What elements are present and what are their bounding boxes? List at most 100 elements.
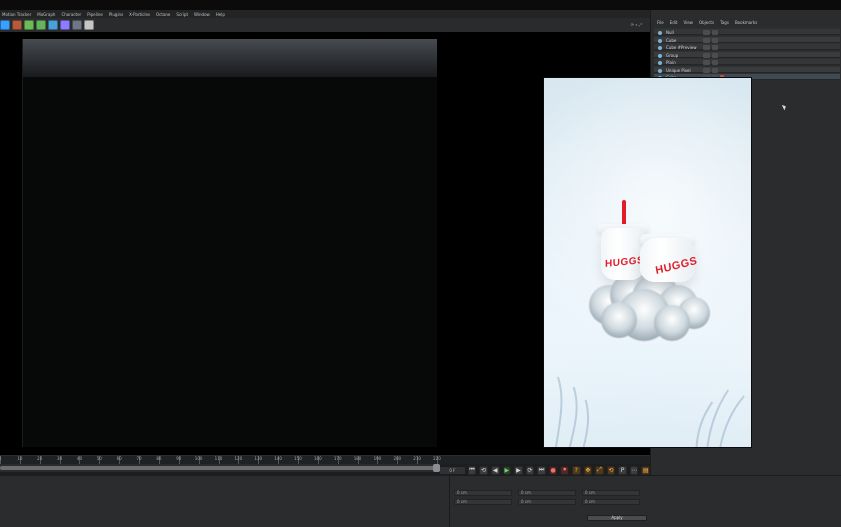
timeline-tick-label: 110 [214, 456, 223, 461]
spline-icon[interactable] [48, 20, 58, 30]
go-to-start-button[interactable]: ⏮ [467, 465, 477, 475]
layer-badge[interactable] [703, 45, 710, 50]
viewport-frame[interactable] [22, 39, 439, 447]
viewport-top-gradient [23, 39, 438, 77]
object-row[interactable]: Null [654, 28, 840, 35]
scale-tool-button[interactable]: ⤢ [595, 465, 604, 475]
menu-item-character[interactable]: Character [61, 12, 81, 17]
apply-button[interactable]: Apply [587, 515, 647, 521]
object-manager-menu-file[interactable]: File [657, 20, 664, 25]
object-manager-menu-edit[interactable]: Edit [670, 20, 678, 25]
menu-item-x-particles[interactable]: X-Particles [129, 12, 150, 17]
picture-viewer-icon[interactable] [12, 20, 22, 30]
record-button[interactable]: ● [548, 465, 558, 475]
materials-panel[interactable] [0, 476, 449, 527]
play-button[interactable]: ▶ [502, 465, 512, 475]
menu-item-help[interactable]: Help [216, 12, 225, 17]
render-settings-icon[interactable] [24, 20, 34, 30]
tag-badge[interactable] [712, 30, 718, 35]
object-visibility-icon [658, 31, 662, 35]
object-visibility-icon [658, 61, 662, 65]
object-visibility-icon [658, 53, 662, 58]
rotate-tool-button[interactable]: ⟲ [606, 465, 616, 475]
object-visibility-icon [658, 38, 662, 43]
menu-item-pipeline[interactable]: Pipeline [87, 12, 103, 17]
timeline-tick-label: 150 [294, 456, 302, 461]
render-preview-window[interactable]: HUGGS HUGGS [543, 77, 752, 448]
coord-field-2[interactable]: 0 cm [518, 490, 576, 496]
tag-badge[interactable] [712, 37, 718, 43]
object-manager-menubar: File Edit View Objects Tags Bookmarks [651, 18, 841, 26]
menu-item-window[interactable]: Window [194, 12, 210, 17]
timeline-tick-label: 170 [333, 456, 342, 461]
timeline-tick-label: 130 [254, 456, 263, 461]
toolbar-right-controls[interactable]: ⟳ ⌕ ⤢ [631, 22, 642, 27]
coord-field-1[interactable]: 0 cm [454, 490, 512, 496]
object-list: Null Cube Cube #Preview Group Plain Uniq… [654, 28, 840, 81]
coord-field-3[interactable]: 0 cm [582, 490, 640, 496]
coord-field-6[interactable]: 0 cm [582, 499, 640, 505]
menu-item-plugins[interactable]: Plugins [109, 12, 123, 17]
object-row[interactable]: Unique Pixel [654, 65, 840, 73]
object-visibility-icon [658, 68, 662, 73]
object-row[interactable]: Cube #Preview [654, 43, 840, 50]
bottom-panels: 0 cm 0 cm 0 cm 0 cm 0 cm 0 cm Apply [0, 475, 841, 527]
prev-key-button[interactable]: ⟲ [479, 465, 488, 475]
timeline-playhead-handle[interactable] [433, 464, 440, 472]
menu-item-octane[interactable]: Octane [156, 12, 170, 17]
timeline-tick-label: 60 [116, 456, 122, 461]
layer-badge[interactable] [703, 37, 710, 43]
tag-badge[interactable] [712, 45, 718, 50]
object-row[interactable]: Plain [654, 58, 840, 65]
menu-item-mograph[interactable]: MoGraph [37, 12, 55, 17]
timeline-tool-button[interactable]: ▤ [641, 465, 651, 475]
menu-item-motion-tracker[interactable]: Motion Tracker [2, 12, 31, 17]
object-row[interactable]: Cube [654, 35, 840, 43]
timeline-tick-label: 200 [393, 456, 402, 461]
coordinates-panel: 0 cm 0 cm 0 cm 0 cm 0 cm 0 cm Apply [449, 476, 841, 527]
render-view-icon[interactable] [0, 20, 10, 30]
coords-row-1: 0 cm 0 cm 0 cm [454, 490, 640, 496]
camera-icon[interactable] [72, 20, 82, 30]
layer-badge[interactable] [703, 30, 710, 35]
object-row[interactable]: Group [654, 50, 840, 58]
timeline-tick-label: 0 [0, 456, 1, 461]
tag-badge[interactable] [712, 52, 718, 58]
param-tool-button[interactable]: P [618, 465, 627, 475]
timeline-tick-label: 70 [136, 456, 142, 461]
tag-badge[interactable] [712, 67, 718, 73]
next-frame-button[interactable]: ▶ [514, 465, 523, 475]
object-manager-menu-tags[interactable]: Tags [720, 20, 729, 25]
coord-field-5[interactable]: 0 cm [518, 499, 576, 505]
timeline-tick-label: 30 [57, 456, 63, 461]
tag-icon[interactable] [60, 20, 70, 30]
object-manager-menu-bookmarks[interactable]: Bookmarks [735, 20, 757, 25]
object-icon[interactable] [36, 20, 46, 30]
timeline-tick-label: 210 [413, 456, 421, 461]
layer-badge[interactable] [703, 60, 710, 65]
cup-left [601, 228, 645, 280]
timeline-tick-label: 80 [156, 456, 162, 461]
timeline-tick-label: 190 [373, 456, 382, 461]
object-manager-menu-view[interactable]: View [683, 20, 693, 25]
timeline-scrub-track[interactable] [0, 464, 437, 472]
coord-field-4[interactable]: 0 cm [454, 499, 512, 505]
layer-badge[interactable] [703, 52, 710, 58]
light-icon[interactable] [84, 20, 94, 30]
prev-frame-button[interactable]: ◀ [490, 465, 500, 475]
tag-badge[interactable] [712, 60, 718, 65]
current-frame-field[interactable]: 0 F [440, 466, 465, 474]
layer-badge[interactable] [703, 67, 710, 73]
menu-item-script[interactable]: Script [176, 12, 188, 17]
object-manager-menu-objects[interactable]: Objects [699, 20, 714, 25]
next-key-button[interactable]: ⟳ [525, 465, 535, 475]
coords-row-2: 0 cm 0 cm 0 cm [454, 499, 640, 505]
go-to-end-button[interactable]: ⏭ [537, 465, 546, 475]
keyframe-selection-button[interactable]: ? [571, 465, 581, 475]
timeline-tick-label: 120 [234, 456, 243, 461]
move-tool-button[interactable]: ✥ [583, 465, 593, 475]
main-menubar: Motion Tracker MoGraph Character Pipelin… [0, 10, 650, 18]
timeline-scrub-fill [0, 466, 437, 470]
grid-tool-button[interactable]: ⋯ [629, 465, 639, 475]
autokey-button[interactable]: ⏺ [560, 465, 569, 475]
